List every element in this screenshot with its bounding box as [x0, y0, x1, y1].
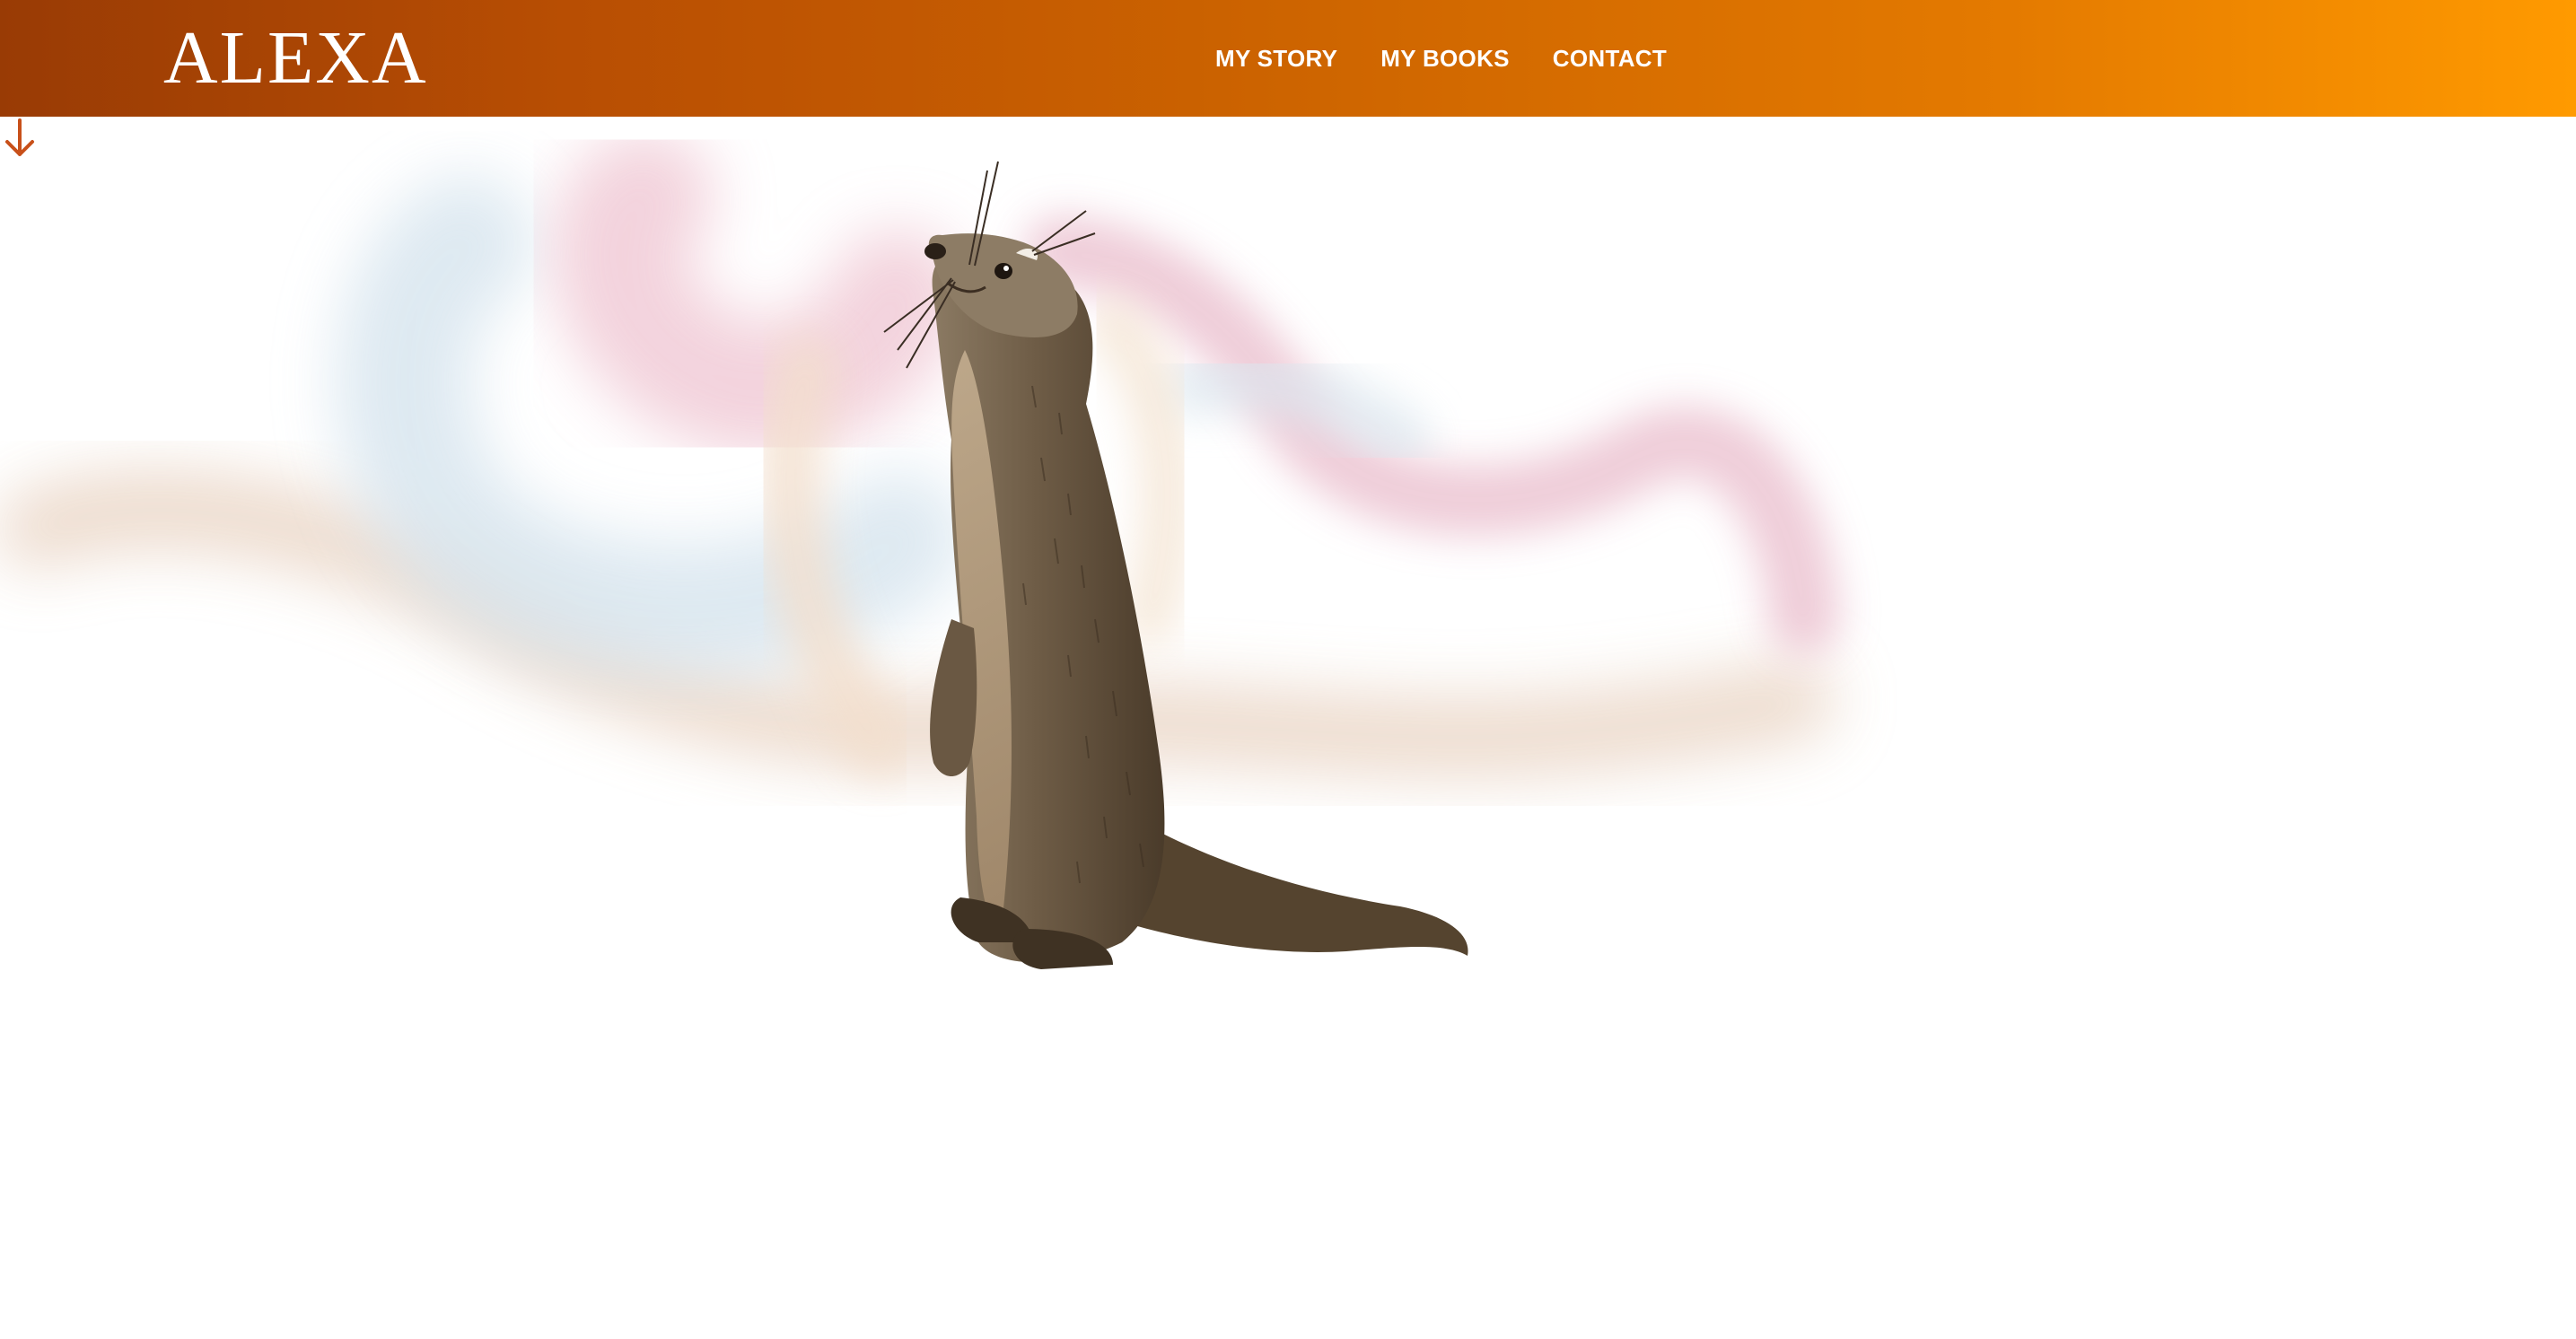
arrow-down-icon[interactable]: [0, 117, 39, 160]
main-nav: MY STORY MY BOOKS CONTACT: [1215, 0, 1710, 117]
hero-section: [0, 117, 2576, 1339]
site-logo[interactable]: ALEXA: [163, 9, 428, 108]
nav-my-story[interactable]: MY STORY: [1215, 45, 1337, 73]
hero-illustration: [0, 130, 1840, 969]
nav-my-books[interactable]: MY BOOKS: [1380, 45, 1510, 73]
nav-contact[interactable]: CONTACT: [1553, 45, 1667, 73]
watercolor-swirls: [0, 130, 1840, 778]
site-header: ALEXA MY STORY MY BOOKS CONTACT: [0, 0, 2576, 117]
